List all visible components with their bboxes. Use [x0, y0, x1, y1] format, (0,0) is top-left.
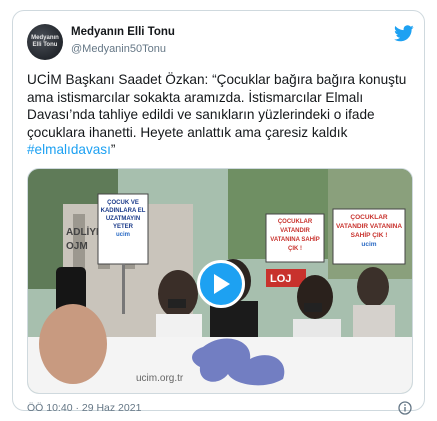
avatar-text-1: Medyanın [31, 35, 59, 41]
info-icon[interactable] [398, 401, 412, 415]
building-text-1: ADLİYE [66, 225, 103, 238]
user-handle[interactable]: @Medyanin50Tonu [71, 43, 166, 55]
tweet-body: UCİM Başkanı Saadet Özkan: “Çocuklar bağ… [27, 72, 407, 140]
avatar[interactable]: Medyanın Elli Tonu [27, 24, 63, 60]
right-sign-text: ÇOCUKLAR VATANDIR VATANINA SAHİP ÇIK ! [335, 214, 403, 239]
building-text-2: OJM [66, 241, 88, 252]
red-sign-text: LOJ [270, 273, 291, 285]
middle-sign-text: ÇOCUKLAR VATANDIR VATANINA SAHİP ÇIK ! [270, 219, 320, 252]
display-name[interactable]: Medyanın Elli Tonu [71, 26, 175, 38]
left-sign-sub: ucim [115, 232, 130, 238]
play-button[interactable] [197, 260, 245, 308]
video-thumbnail[interactable]: ADLİYE OJM LOJ ÇOCUK VE KADINLARA EL UZA… [27, 168, 413, 394]
play-icon [214, 274, 230, 294]
twitter-bird-icon[interactable] [394, 25, 414, 42]
left-sign-text: ÇOCUK VE KADINLARA EL UZATMAYIN YETER [100, 200, 146, 230]
tweet-card: Medyanın Elli Tonu Medyanın Elli Tonu @M… [12, 10, 425, 415]
timestamp[interactable]: ÖÖ 10:40 · 29 Haz 2021 [27, 402, 141, 414]
tweet-closing-quote: ” [110, 142, 116, 157]
avatar-text-2: Elli Tonu [32, 42, 58, 48]
right-sign-sub: ucim [361, 241, 377, 248]
banner-text: ucim.org.tr [136, 373, 184, 384]
hashtag-link[interactable]: #elmalıdavası [27, 142, 111, 157]
tweet-text: UCİM Başkanı Saadet Özkan: “Çocuklar bağ… [27, 71, 417, 159]
